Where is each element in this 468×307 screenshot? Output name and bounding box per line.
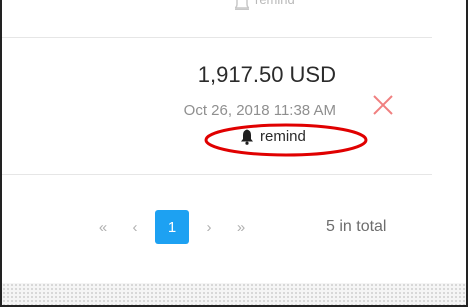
highlight-ellipse bbox=[204, 123, 368, 157]
prev-page-button[interactable]: ‹ bbox=[119, 219, 151, 236]
previous-item-remind[interactable]: remind bbox=[235, 0, 295, 22]
total-count: 5 in total bbox=[326, 218, 387, 235]
invoice-panel: remind 1,917.50 USD Oct 26, 2018 11:38 A… bbox=[0, 0, 468, 307]
previous-remind-label: remind bbox=[255, 0, 295, 7]
row-divider bbox=[2, 174, 432, 175]
next-page-button[interactable]: › bbox=[193, 219, 225, 236]
background-pattern bbox=[2, 283, 466, 305]
pagination: « ‹ 1 › » bbox=[87, 210, 257, 244]
page-button-current[interactable]: 1 bbox=[155, 210, 189, 244]
first-page-button[interactable]: « bbox=[87, 219, 119, 236]
item-amount: 1,917.50 USD bbox=[197, 62, 336, 87]
last-page-button[interactable]: » bbox=[225, 219, 257, 236]
row-divider bbox=[2, 37, 432, 38]
item-datetime: Oct 26, 2018 11:38 AM bbox=[183, 102, 336, 119]
bell-icon bbox=[235, 0, 249, 10]
close-x-icon[interactable] bbox=[371, 93, 395, 117]
